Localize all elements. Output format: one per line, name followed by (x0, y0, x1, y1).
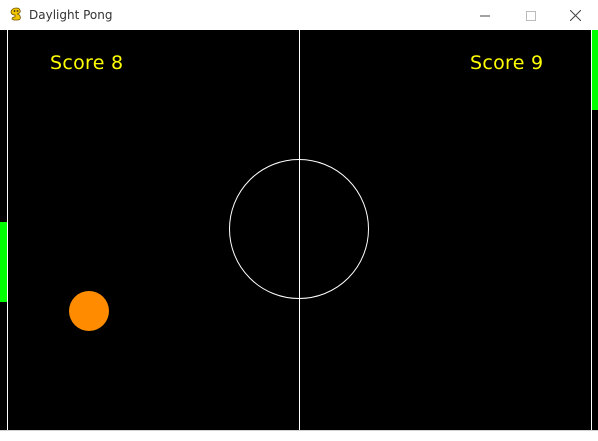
window-bottom-edge (0, 430, 598, 431)
left-paddle (0, 222, 7, 302)
window-bottom-strip (0, 430, 598, 441)
close-icon (569, 6, 581, 25)
left-goal-line (7, 30, 8, 430)
right-score: Score 9 (470, 52, 544, 74)
game-window: Daylight Pong Score 8 Score 9 (0, 0, 598, 441)
minimize-button[interactable] (462, 0, 508, 30)
right-paddle (592, 30, 598, 110)
maximize-icon (526, 6, 536, 25)
ball (69, 291, 109, 331)
window-title: Daylight Pong (29, 8, 113, 22)
close-button[interactable] (552, 0, 598, 30)
maximize-button[interactable] (508, 0, 554, 30)
minimize-icon (480, 6, 490, 25)
center-circle (229, 159, 369, 299)
title-bar[interactable]: Daylight Pong (0, 0, 598, 30)
pygame-snake-icon (8, 6, 24, 22)
game-canvas[interactable]: Score 8 Score 9 (0, 30, 598, 430)
left-score: Score 8 (50, 52, 124, 74)
